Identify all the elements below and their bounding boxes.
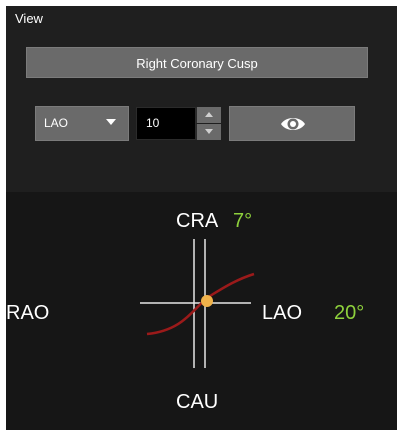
cra-label: CRA — [176, 210, 219, 232]
rao-label: RAO — [6, 302, 50, 324]
current-angle-marker — [201, 295, 213, 307]
cra-angle-value: 7° — [233, 210, 253, 232]
view-panel: View Right Coronary Cusp LAO 10 CRA 7° R… — [6, 6, 397, 430]
cau-label: CAU — [176, 391, 219, 413]
lao-label: LAO — [262, 302, 303, 324]
projection-curve — [146, 272, 255, 336]
lao-angle-value: 20° — [334, 302, 365, 324]
